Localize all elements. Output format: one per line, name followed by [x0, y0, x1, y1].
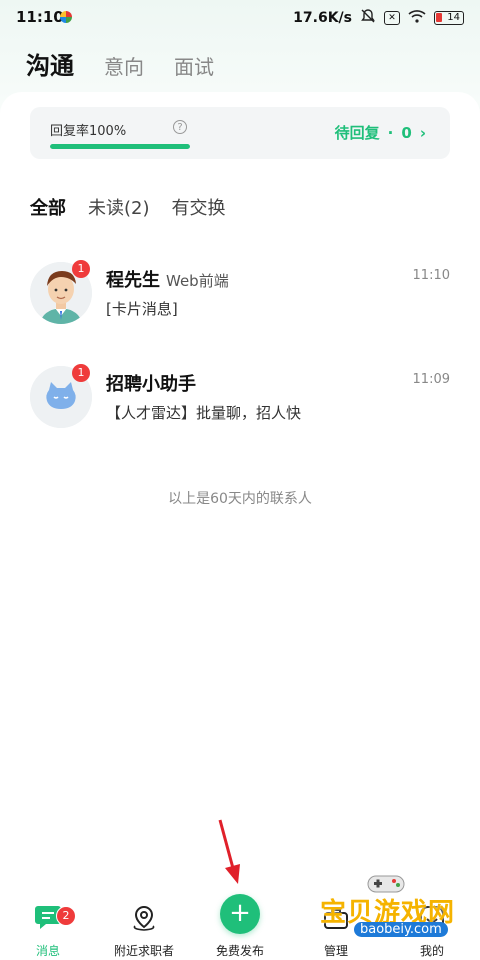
filter-exchanged[interactable]: 有交换: [172, 194, 226, 220]
tab-interview[interactable]: 面试: [174, 51, 214, 80]
message-time: 11:10: [412, 268, 450, 283]
message-time: 11:09: [412, 372, 450, 387]
contact-name: 招聘小助手: [106, 374, 196, 395]
nav-nearby-label: 附近求职者: [113, 944, 174, 958]
wifi-icon: [408, 9, 426, 27]
filter-unread[interactable]: 未读(2): [88, 194, 150, 220]
watermark-url: baobeiy.com: [354, 922, 448, 937]
reply-rate-progress-fill: [50, 144, 190, 149]
nav-post-label: 免费发布: [215, 944, 264, 958]
help-icon[interactable]: ?: [173, 120, 187, 134]
chevron-right-icon: ›: [419, 123, 426, 142]
conversation-item[interactable]: 1 招聘小助手 11:09 【人才雷达】批量聊，招人快: [30, 364, 450, 432]
reply-rate-progress: [50, 144, 190, 149]
pending-reply-label: 待回复: [334, 124, 380, 142]
unread-badge: 1: [72, 260, 90, 278]
app-notification-icon: [60, 11, 72, 23]
mute-icon: [360, 8, 376, 28]
status-time: 11:10: [16, 8, 64, 26]
watermark-logo: 宝贝游戏网 baobeiy.com: [320, 870, 460, 940]
reply-rate-card: 回复率100% ? 待回复 · 0 ›: [30, 107, 450, 159]
plus-icon: +: [220, 894, 260, 934]
unread-badge: 1: [72, 364, 90, 382]
contact-name: 程先生: [106, 270, 160, 291]
location-pin-icon: [130, 904, 158, 936]
separator-dot: ·: [387, 123, 394, 142]
sim-off-icon: ✕: [384, 11, 400, 25]
message-preview: [卡片消息]: [106, 300, 178, 318]
tab-intent[interactable]: 意向: [104, 51, 144, 80]
pending-reply-link[interactable]: 待回复 · 0 ›: [335, 122, 426, 143]
contact-name-row: 程先生 Web前端: [106, 266, 229, 292]
reply-rate-label: 回复率100%: [50, 124, 127, 139]
tab-communicate[interactable]: 沟通: [26, 46, 74, 81]
battery-icon: 14: [434, 11, 464, 25]
red-arrow-annotation: [218, 819, 240, 884]
filter-tabs: 全部 未读(2) 有交换: [30, 194, 226, 220]
filter-all[interactable]: 全部: [30, 194, 66, 220]
nav-messages[interactable]: 2 消息: [0, 890, 96, 960]
message-preview: 【人才雷达】批量聊，招人快: [106, 404, 302, 422]
network-speed: 17.6K/s: [293, 10, 352, 26]
nav-post[interactable]: + 免费发布: [192, 890, 288, 960]
messages-badge: 2: [56, 906, 76, 926]
contact-name-row: 招聘小助手: [106, 370, 196, 396]
pending-reply-count: 0: [401, 123, 412, 142]
top-tabs: 沟通 意向 面试: [26, 46, 214, 81]
nav-nearby[interactable]: 附近求职者: [96, 890, 192, 960]
contact-role: Web前端: [166, 272, 229, 290]
conversation-item[interactable]: 1 程先生 Web前端 11:10 [卡片消息]: [30, 260, 450, 328]
nav-mine-label: 我的: [419, 944, 444, 958]
nav-messages-label: 消息: [35, 944, 60, 958]
status-bar: 11:10 17.6K/s ✕ 14: [0, 0, 480, 34]
nav-manage-label: 管理: [323, 944, 348, 958]
contacts-range-note: 以上是60天内的联系人: [168, 491, 312, 507]
